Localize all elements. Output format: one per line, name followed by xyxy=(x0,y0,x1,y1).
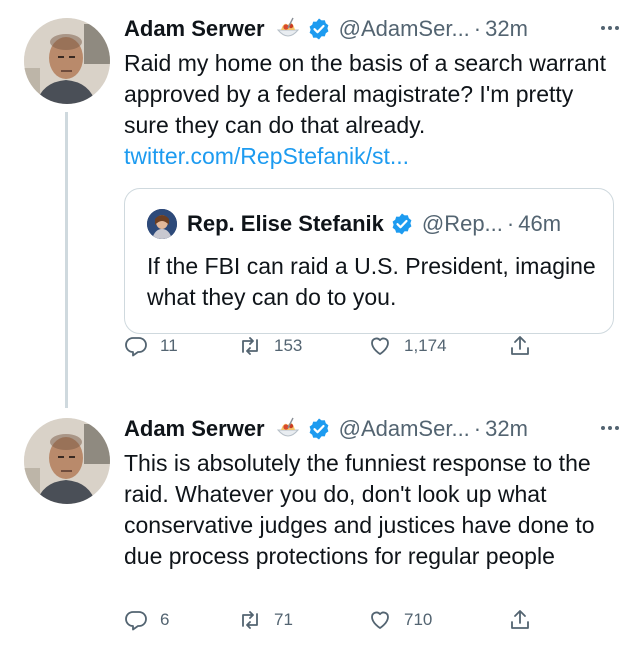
share-button[interactable] xyxy=(508,608,532,632)
share-icon xyxy=(508,334,532,358)
retweet-count: 71 xyxy=(274,610,293,629)
retweet-icon xyxy=(238,334,262,358)
quoted-tweet-text: If the FBI can raid a U.S. President, im… xyxy=(147,253,596,310)
verified-badge-icon xyxy=(307,17,331,41)
more-options-icon[interactable] xyxy=(596,418,624,438)
share-button[interactable] xyxy=(508,334,532,358)
quoted-timestamp[interactable]: 46m xyxy=(518,211,561,237)
reply-count: 11 xyxy=(160,336,178,355)
separator-dot: · xyxy=(473,416,482,441)
spaghetti-emoji-icon xyxy=(275,16,301,42)
quoted-avatar xyxy=(147,209,177,239)
tweet-header: Adam Serwer @AdamSer... · 32m xyxy=(124,12,624,46)
reply-button[interactable]: 6 xyxy=(124,608,169,632)
tweet-body: Raid my home on the basis of a search wa… xyxy=(124,50,606,138)
verified-badge-icon xyxy=(390,212,414,236)
more-options-icon[interactable] xyxy=(596,18,624,38)
timestamp[interactable]: 32m xyxy=(485,416,528,442)
tweet-header: Adam Serwer @AdamSer... · 32m xyxy=(124,412,624,446)
retweet-button[interactable]: 153 xyxy=(238,334,302,358)
author-name[interactable]: Adam Serwer xyxy=(124,416,265,442)
tweet-link[interactable]: twitter.com/RepStefanik/st... xyxy=(124,141,624,172)
tweet-text: Raid my home on the basis of a search wa… xyxy=(124,48,624,172)
reply-icon xyxy=(124,608,148,632)
reply-button[interactable]: 11 xyxy=(124,334,178,358)
tweet[interactable]: Adam Serwer @AdamSer... · 32m xyxy=(0,410,640,654)
tweet-text: This is absolutely the funniest response… xyxy=(124,448,624,572)
quoted-tweet-header: Rep. Elise Stefanik @Rep... · 46m xyxy=(147,209,561,239)
author-handle[interactable]: @AdamSer... xyxy=(339,416,470,442)
timestamp[interactable]: 32m xyxy=(485,16,528,42)
spaghetti-emoji-icon xyxy=(275,416,301,442)
reply-icon xyxy=(124,334,148,358)
separator-dot: · xyxy=(506,211,515,236)
avatar[interactable] xyxy=(24,418,110,504)
quoted-author-handle[interactable]: @Rep... xyxy=(422,211,503,237)
like-count: 710 xyxy=(404,610,433,629)
verified-badge-icon xyxy=(307,417,331,441)
reply-count: 6 xyxy=(160,610,170,629)
like-button[interactable]: 710 xyxy=(368,608,432,632)
like-count: 1,174 xyxy=(404,336,447,355)
retweet-count: 153 xyxy=(274,336,303,355)
avatar[interactable] xyxy=(24,18,110,104)
like-button[interactable]: 1,174 xyxy=(368,334,447,358)
retweet-button[interactable]: 71 xyxy=(238,608,293,632)
tweet[interactable]: Adam Serwer @AdamSer... · 32m xyxy=(0,0,640,420)
heart-icon xyxy=(368,334,392,358)
separator-dot: · xyxy=(473,16,482,41)
thread-line xyxy=(65,112,68,408)
author-handle[interactable]: @AdamSer... xyxy=(339,16,470,42)
quoted-tweet[interactable]: Rep. Elise Stefanik @Rep... · 46m If the… xyxy=(124,188,614,334)
quoted-author-name[interactable]: Rep. Elise Stefanik xyxy=(187,211,384,237)
tweet-body: This is absolutely the funniest response… xyxy=(124,450,595,569)
retweet-icon xyxy=(238,608,262,632)
author-name[interactable]: Adam Serwer xyxy=(124,16,265,42)
share-icon xyxy=(508,608,532,632)
heart-icon xyxy=(368,608,392,632)
